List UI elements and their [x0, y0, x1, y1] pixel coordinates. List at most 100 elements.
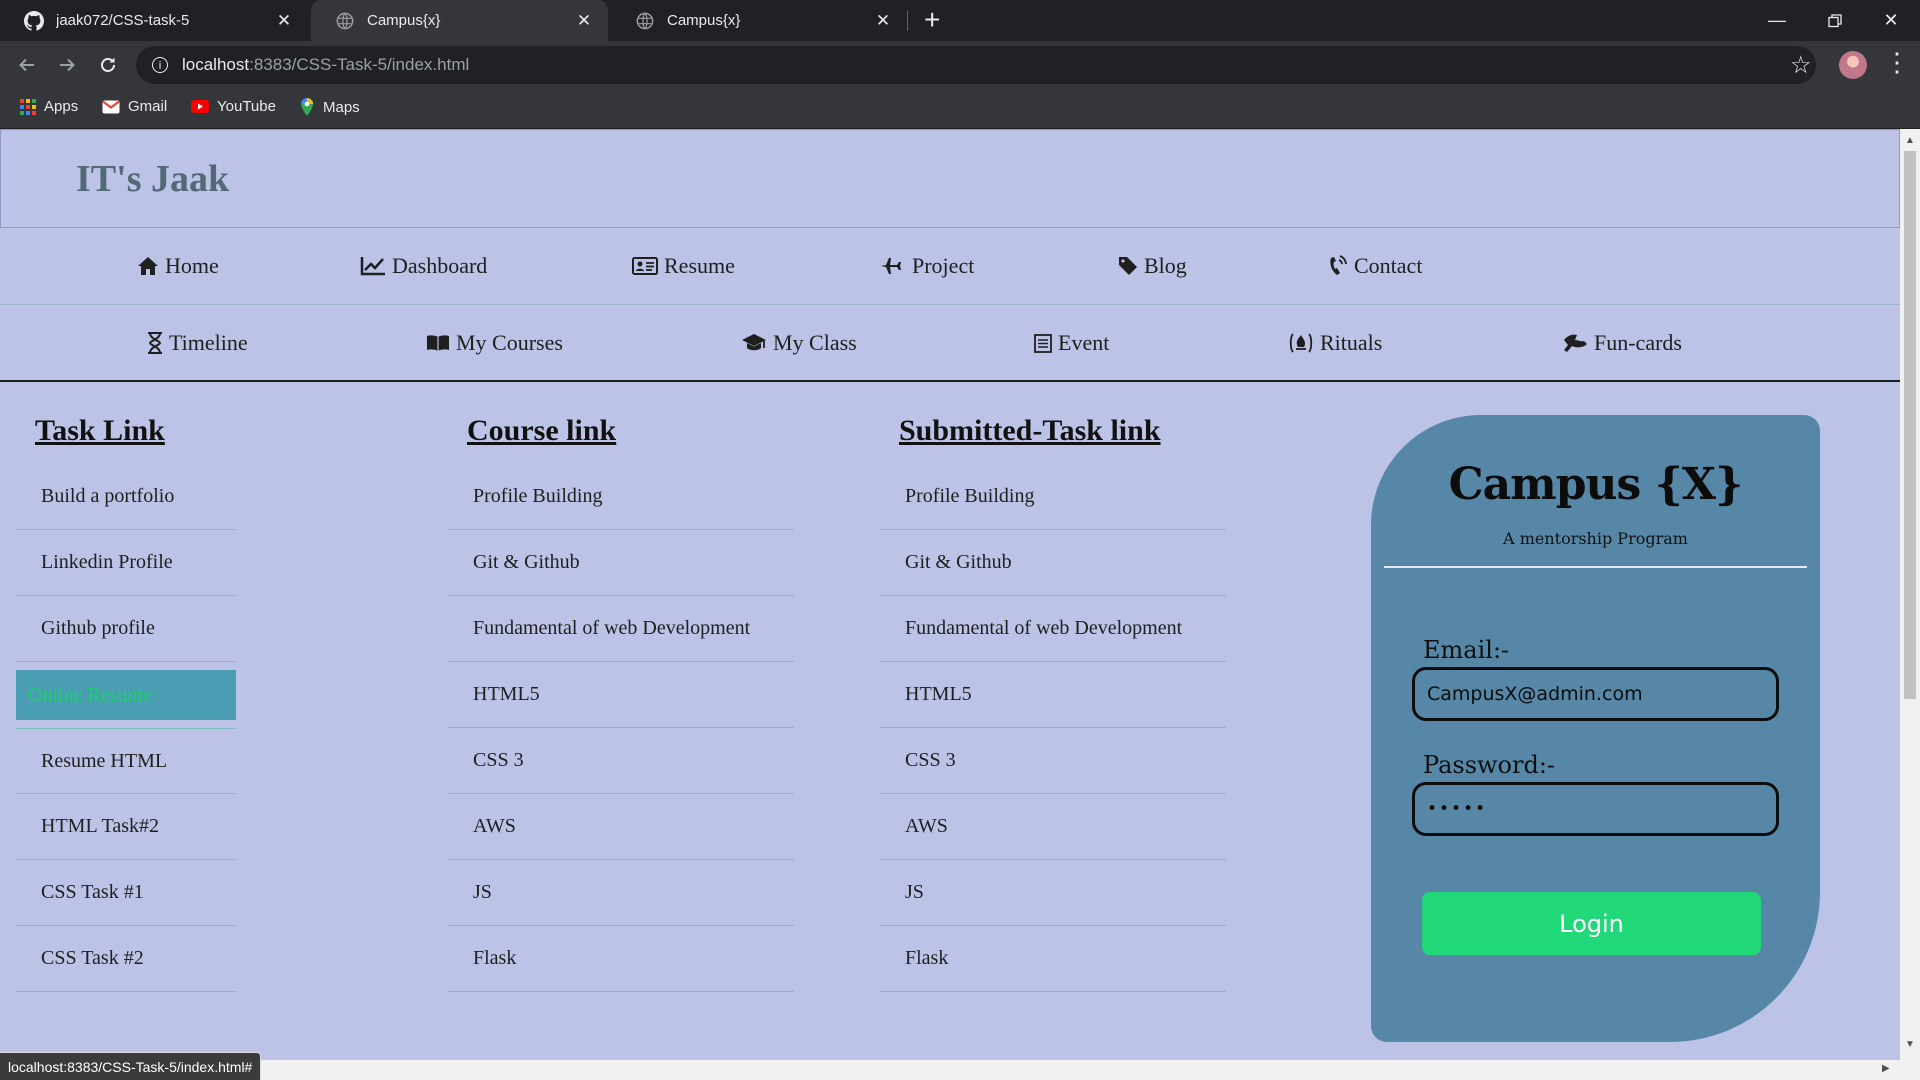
youtube-icon: [191, 100, 209, 113]
task-link-item[interactable]: Github profile: [16, 596, 236, 662]
address-bar[interactable]: i localhost:8383/CSS-Task-5/index.html: [136, 46, 1816, 84]
nav-timeline[interactable]: Timeline: [147, 330, 248, 356]
nav-contact[interactable]: Contact: [1328, 253, 1422, 279]
home-icon: [138, 257, 158, 275]
scroll-up-icon[interactable]: ▲: [1905, 135, 1915, 146]
bookmark-apps[interactable]: Apps: [20, 98, 78, 115]
graduation-cap-icon: [742, 333, 766, 350]
close-tab-icon[interactable]: ✕: [873, 11, 893, 31]
email-label: Email:-: [1423, 636, 1510, 664]
github-icon: [24, 10, 44, 31]
submitted-link-item[interactable]: Flask: [880, 926, 1226, 992]
email-field[interactable]: CampusX@admin.com: [1412, 667, 1779, 721]
course-link-item[interactable]: Flask: [448, 926, 794, 992]
nav-event[interactable]: Event: [1034, 330, 1109, 356]
submitted-link-item[interactable]: Fundamental of web Development: [880, 596, 1226, 662]
scroll-right-icon[interactable]: ▶: [1882, 1063, 1890, 1074]
nav-dashboard[interactable]: Dashboard: [360, 253, 487, 279]
site-title[interactable]: IT's Jaak: [76, 157, 229, 201]
nav-rituals[interactable]: Rituals: [1288, 330, 1382, 356]
nav-label: Timeline: [169, 329, 248, 355]
submitted-link-item[interactable]: Profile Building: [880, 464, 1226, 530]
task-link-heading: Task Link: [35, 414, 165, 447]
tab-campus[interactable]: Campus{x} ✕: [611, 0, 907, 41]
restore-icon[interactable]: [1806, 0, 1864, 41]
nav-project[interactable]: Project: [880, 253, 974, 279]
task-link-item[interactable]: CSS Task #2: [16, 926, 236, 992]
tab-campus-active[interactable]: Campus{x} ✕: [311, 0, 608, 41]
profile-avatar[interactable]: [1839, 51, 1867, 79]
task-link-item[interactable]: CSS Task #1: [16, 860, 236, 926]
task-link-item[interactable]: HTML Task#2: [16, 794, 236, 860]
submitted-task-link-list: Profile Building Git & Github Fundamenta…: [880, 464, 1226, 992]
task-link-list: Build a portfolio Linkedin Profile Githu…: [16, 464, 236, 992]
bookmark-maps[interactable]: Maps: [299, 98, 360, 116]
book-icon: [427, 334, 449, 351]
nav-my-courses[interactable]: My Courses: [426, 330, 563, 356]
site-info-icon[interactable]: i: [152, 57, 168, 73]
scrollbar-thumb[interactable]: [1904, 151, 1916, 699]
new-tab-icon[interactable]: +: [924, 4, 940, 36]
tag-icon: [1119, 257, 1137, 275]
course-link-item[interactable]: CSS 3: [448, 728, 794, 794]
bookmark-star-icon[interactable]: ☆: [1790, 51, 1812, 80]
submitted-link-item[interactable]: JS: [880, 860, 1226, 926]
login-card: Campus {X} A mentorship Program Email:- …: [1371, 415, 1820, 1042]
reload-icon[interactable]: [92, 49, 124, 81]
tab-strip: jaak072/CSS-task-5 ✕ Campus{x} ✕ Campus{…: [0, 0, 1920, 41]
back-icon[interactable]: [11, 49, 43, 81]
password-label: Password:-: [1423, 751, 1556, 779]
horizontal-scrollbar[interactable]: ▶: [0, 1060, 1900, 1080]
campus-logo-title: Campus {X}: [1448, 459, 1744, 510]
card-divider: [1384, 566, 1807, 568]
nav-home[interactable]: Home: [137, 253, 219, 279]
task-link-item-active[interactable]: Online Resume: [16, 670, 236, 720]
page-viewport: IT's Jaak Home Dashboard Resume Project …: [0, 129, 1900, 1080]
bookmark-youtube[interactable]: YouTube: [191, 98, 276, 115]
vertical-scrollbar[interactable]: ▲ ▼: [1900, 129, 1920, 1080]
login-button[interactable]: Login: [1422, 892, 1761, 955]
task-link-item[interactable]: Resume HTML: [16, 728, 236, 794]
submitted-link-item[interactable]: AWS: [880, 794, 1226, 860]
bookmark-gmail[interactable]: Gmail: [102, 98, 167, 115]
submitted-link-item[interactable]: Git & Github: [880, 530, 1226, 596]
nav-label: Resume: [664, 253, 735, 278]
submitted-link-item[interactable]: CSS 3: [880, 728, 1226, 794]
bookmark-label: Apps: [44, 98, 79, 115]
forward-icon[interactable]: [51, 49, 83, 81]
plane-icon: [881, 258, 901, 274]
minimize-icon[interactable]: —: [1748, 0, 1806, 41]
close-window-icon[interactable]: ✕: [1862, 0, 1920, 41]
browser-toolbar: i localhost:8383/CSS-Task-5/index.html ☆…: [0, 41, 1920, 89]
task-link-item[interactable]: Linkedin Profile: [16, 530, 236, 596]
nav-label: Project: [912, 253, 975, 278]
password-value: •••••: [1427, 799, 1488, 819]
course-link-item[interactable]: AWS: [448, 794, 794, 860]
course-link-item[interactable]: Git & Github: [448, 530, 794, 596]
chart-line-icon: [360, 257, 385, 276]
submitted-link-item[interactable]: HTML5: [880, 662, 1226, 728]
calendar-icon: [1034, 333, 1052, 353]
task-link-item[interactable]: Build a portfolio: [16, 464, 236, 530]
content-area: Task Link Build a portfolio Linkedin Pro…: [0, 382, 1900, 1042]
password-field[interactable]: •••••: [1412, 782, 1779, 836]
close-tab-icon[interactable]: ✕: [574, 11, 594, 31]
submitted-task-link-heading: Submitted-Task link: [899, 414, 1161, 447]
tab-github[interactable]: jaak072/CSS-task-5 ✕: [0, 0, 308, 41]
nav-my-class[interactable]: My Class: [741, 330, 857, 356]
course-link-item[interactable]: Profile Building: [448, 464, 794, 530]
course-link-item[interactable]: HTML5: [448, 662, 794, 728]
course-link-heading: Course link: [467, 414, 617, 447]
nav-resume[interactable]: Resume: [632, 253, 735, 279]
course-link-item[interactable]: Fundamental of web Development: [448, 596, 794, 662]
nav-label: Rituals: [1320, 329, 1383, 355]
scroll-down-icon[interactable]: ▼: [1905, 1039, 1915, 1050]
nav-blog[interactable]: Blog: [1118, 253, 1187, 279]
browser-menu-icon[interactable]: ⋮: [1884, 47, 1910, 78]
gmail-icon: [102, 100, 120, 114]
course-link-item[interactable]: JS: [448, 860, 794, 926]
close-tab-icon[interactable]: ✕: [274, 11, 294, 31]
tab-title: Campus{x}: [367, 12, 441, 29]
phone-icon: [1330, 255, 1347, 275]
nav-fun-cards[interactable]: Fun-cards: [1562, 330, 1682, 356]
